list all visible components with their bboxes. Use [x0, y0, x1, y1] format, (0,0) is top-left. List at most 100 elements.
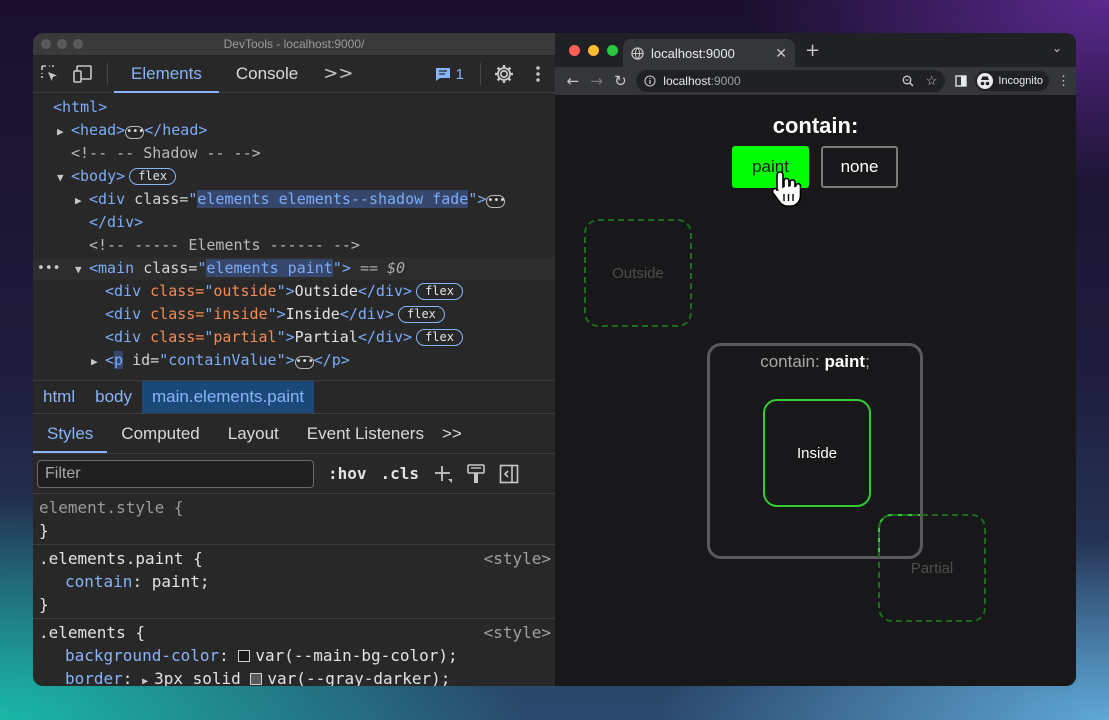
tab-layout[interactable]: Layout	[214, 414, 293, 453]
info-icon[interactable]	[644, 75, 656, 87]
devtools-titlebar: DevTools - localhost:9000/	[33, 33, 555, 55]
breadcrumb-html[interactable]: html	[33, 381, 85, 413]
dom-node-div-shadow[interactable]: ▶ <div class="elements elements--shadow f…	[33, 188, 555, 211]
expand-triangle-icon[interactable]: ▶	[57, 120, 71, 143]
css-property[interactable]: background-color	[65, 646, 219, 665]
css-value[interactable]: var(--gray-darker);	[267, 669, 450, 686]
incognito-icon	[977, 73, 994, 89]
new-style-rule-icon[interactable]	[433, 464, 453, 484]
reload-icon[interactable]: ↻	[609, 72, 633, 90]
expand-triangle-icon[interactable]: ▶	[91, 350, 105, 373]
zoom-window-button[interactable]	[73, 39, 83, 49]
hov-button[interactable]: :hov	[328, 464, 367, 483]
dom-node-body[interactable]: ▼ <body> flex	[33, 165, 555, 188]
none-button[interactable]: none	[821, 146, 898, 188]
color-swatch[interactable]	[238, 650, 251, 662]
tab-elements[interactable]: Elements	[114, 55, 219, 93]
hand-pointer-cursor-icon	[771, 171, 802, 207]
close-tab-icon[interactable]: ✕	[775, 45, 787, 62]
url-host: localhost	[663, 74, 711, 88]
minimize-window-button[interactable]	[57, 39, 67, 49]
window-controls	[41, 39, 83, 49]
toggle-sidebar-icon[interactable]	[499, 464, 519, 484]
breadcrumb-main[interactable]: main .elements.paint	[142, 381, 315, 413]
new-tab-button[interactable]: +	[805, 40, 820, 61]
dom-node-html[interactable]: <html>	[33, 96, 555, 119]
issues-button[interactable]: 1	[425, 66, 474, 83]
rule-elements-paint[interactable]: <style> .elements.paint { contain: paint…	[33, 545, 555, 619]
incognito-label: Incognito	[998, 75, 1044, 87]
close-window-button[interactable]	[41, 39, 51, 49]
flex-badge[interactable]: flex	[416, 283, 463, 300]
incognito-profile-button[interactable]: Incognito	[975, 71, 1050, 91]
color-swatch[interactable]	[250, 673, 263, 685]
dom-comment-elements[interactable]: <!-- ----- Elements ------ -->	[33, 234, 555, 257]
browser-navbar: ← → ↻ localhost:9000 ☆ Incognito ⋮	[555, 67, 1076, 95]
minimize-window-button[interactable]	[588, 45, 599, 56]
ellipsis-icon[interactable]: •••	[125, 126, 144, 139]
ellipsis-icon[interactable]: •••	[486, 195, 505, 208]
tab-search-chevron-icon[interactable]: ⌄	[1052, 41, 1062, 55]
breadcrumb-body[interactable]: body	[85, 381, 142, 413]
dom-node-p[interactable]: ▶ <p id="containValue">•••</p>	[33, 349, 555, 372]
rule-source-link[interactable]: <style>	[484, 621, 551, 644]
flex-badge[interactable]: flex	[129, 168, 177, 185]
inspect-element-icon[interactable]	[33, 55, 67, 93]
more-options-icon[interactable]: •••	[37, 257, 60, 280]
flex-badge[interactable]: flex	[416, 329, 463, 346]
zoom-window-button[interactable]	[607, 45, 618, 56]
tab-console[interactable]: Console	[219, 55, 315, 93]
more-tabs-button[interactable]: >>	[315, 63, 361, 84]
kebab-menu-icon[interactable]	[521, 55, 555, 93]
back-arrow-icon[interactable]: ←	[561, 72, 585, 90]
tab-event-listeners[interactable]: Event Listeners	[293, 414, 438, 453]
tab-computed[interactable]: Computed	[107, 414, 213, 453]
close-window-button[interactable]	[569, 45, 580, 56]
navbar-right: Incognito ⋮	[955, 71, 1070, 91]
dom-tree: <html> ▶ <head>•••</head> <!-- -- Shadow …	[33, 93, 555, 380]
bookmark-star-icon[interactable]: ☆	[926, 74, 938, 87]
styles-pane-tabs: Styles Computed Layout Event Listeners >…	[33, 414, 555, 454]
outside-box: Outside	[584, 219, 692, 327]
filter-input[interactable]	[37, 459, 314, 488]
dom-node-div-outside[interactable]: <div class="outside">Outside</div> flex	[33, 280, 555, 303]
toolbar-separator	[107, 62, 108, 85]
expand-triangle-icon[interactable]: ▶	[75, 189, 89, 212]
styles-filter-bar: :hov .cls	[33, 454, 555, 494]
forward-arrow-icon[interactable]: →	[585, 72, 609, 90]
side-panel-icon[interactable]	[955, 75, 968, 87]
css-value[interactable]: paint;	[152, 572, 210, 591]
browser-window: localhost:9000 ✕ + ⌄ ← → ↻ localhost:900…	[555, 33, 1076, 686]
rule-elements[interactable]: <style> .elements { background-color: va…	[33, 619, 555, 686]
browser-menu-icon[interactable]: ⋮	[1057, 73, 1070, 89]
address-bar[interactable]: localhost:9000 ☆	[636, 70, 946, 92]
collapse-triangle-icon[interactable]: ▼	[75, 258, 89, 281]
css-value[interactable]: var(--main-bg-color);	[255, 646, 457, 665]
collapse-triangle-icon[interactable]: ▼	[57, 166, 71, 189]
browser-tab-bar: localhost:9000 ✕ + ⌄	[555, 33, 1076, 67]
gear-icon[interactable]	[487, 55, 521, 93]
tab-styles[interactable]: Styles	[33, 414, 108, 453]
paint-roller-icon[interactable]	[467, 463, 485, 484]
ellipsis-icon[interactable]: •••	[294, 356, 314, 369]
dom-node-div-partial[interactable]: <div class="partial">Partial</div> flex	[33, 326, 555, 349]
dom-comment-shadow[interactable]: <!-- -- Shadow -- -->	[33, 142, 555, 165]
window-controls	[569, 45, 618, 56]
rule-source-link[interactable]: <style>	[484, 547, 551, 570]
zoom-icon[interactable]	[902, 75, 914, 87]
more-panes-button[interactable]: >>	[438, 414, 476, 453]
breadcrumb: html body main .elements.paint	[33, 380, 555, 414]
browser-tab[interactable]: localhost:9000 ✕	[623, 39, 795, 67]
rule-element-style[interactable]: element.style { }	[33, 494, 555, 545]
flex-badge[interactable]: flex	[398, 306, 445, 323]
dom-node-main-selected[interactable]: ••• ▼ <main class="elements paint"> == $0	[33, 257, 555, 280]
css-property[interactable]: contain	[65, 572, 132, 591]
dom-node-div-close[interactable]: </div>	[33, 211, 555, 234]
expand-triangle-icon[interactable]: ▶	[142, 670, 154, 686]
dom-node-div-inside[interactable]: <div class="inside">Inside</div> flex	[33, 303, 555, 326]
css-property[interactable]: border	[65, 669, 123, 686]
message-icon	[435, 67, 450, 81]
device-toolbar-icon[interactable]	[67, 55, 101, 93]
cls-button[interactable]: .cls	[381, 464, 420, 483]
dom-node-head[interactable]: ▶ <head>•••</head>	[33, 119, 555, 142]
